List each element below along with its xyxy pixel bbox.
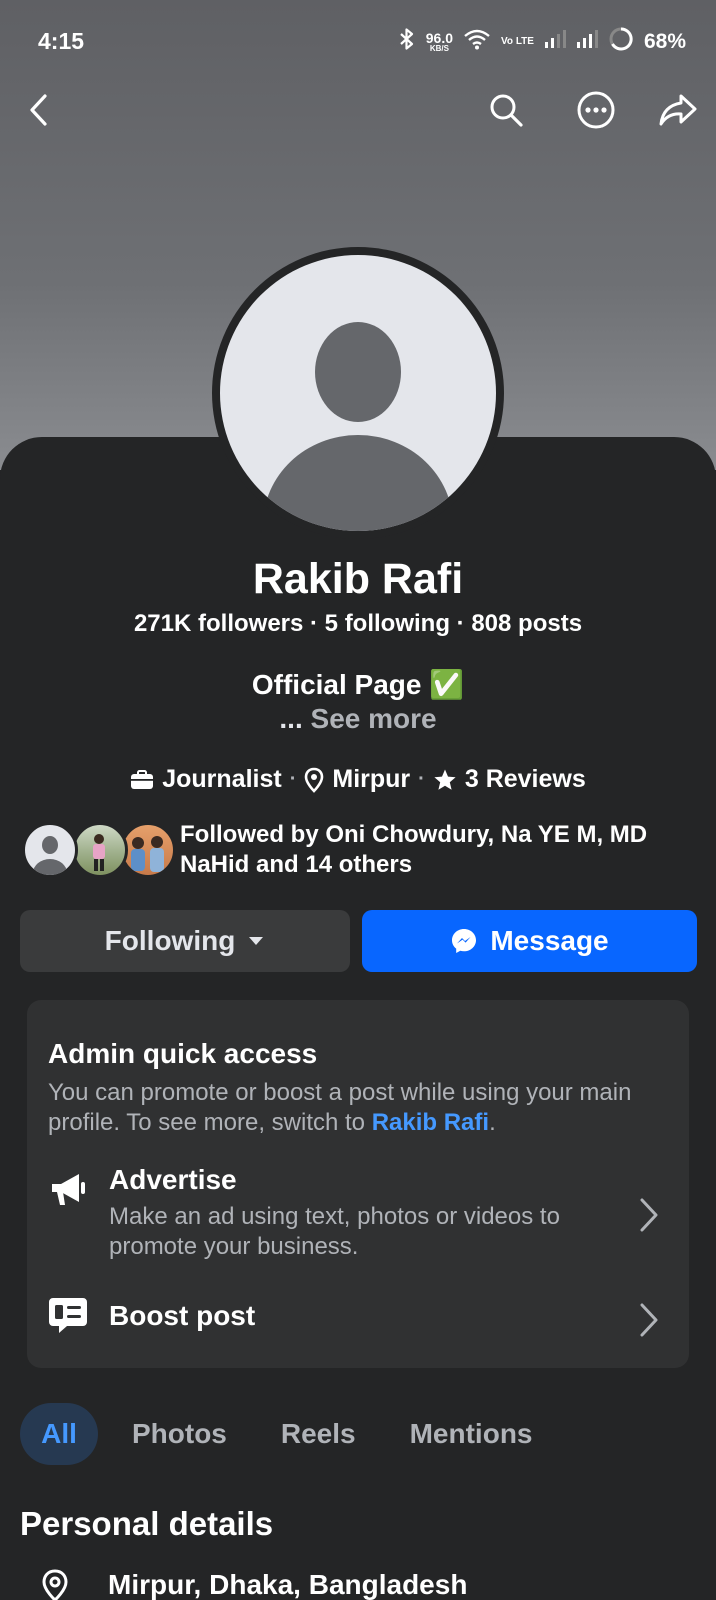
followed-by-text: Followed by Oni Chowdury, Na YE M, MD Na… [180,821,648,878]
default-avatar-icon [220,255,496,531]
see-more-link[interactable]: ... See more [0,703,716,735]
boost-post-title: Boost post [109,1300,256,1331]
search-button[interactable] [482,86,530,134]
tab-all[interactable]: All [20,1403,98,1465]
reviews-item[interactable]: 3 Reviews [433,765,586,794]
share-icon [659,94,697,126]
tab-photos[interactable]: Photos [132,1403,227,1465]
advertise-title: Advertise [109,1164,237,1195]
admin-quick-access-card: Admin quick access You can promote or bo… [27,1000,689,1368]
location-detail: Mirpur, Dhaka, Bangladesh [38,1568,467,1600]
friend-avatar [72,822,128,878]
profile-tabs: All Photos Reels Mentions [20,1403,533,1465]
admin-title: Admin quick access [48,1038,318,1069]
location-pin-icon [305,767,324,793]
boost-post-row[interactable]: Boost post [27,1290,689,1350]
battery-percent: 68% [643,30,686,53]
profile-meta: Journalist · Mirpur · 3 Reviews [0,765,716,794]
back-arrow-icon [30,94,47,126]
switch-profile-link[interactable]: Rakib Rafi [372,1109,489,1136]
caret-down-icon [249,937,264,945]
profile-bio: Official Page ✅ [251,669,465,700]
advertise-description: Make an ad using text, photos or videos … [109,1203,560,1260]
status-icons: 96.0 KB/S Vo LTE 68% [398,26,686,58]
friend-avatar [22,822,78,878]
category-item: Journalist [130,765,282,794]
message-button[interactable]: Message [362,910,697,972]
wifi-icon [463,28,491,56]
search-icon [490,94,523,127]
messenger-icon [452,929,477,953]
top-navigation [0,80,716,140]
profile-stats[interactable]: 271K followers · 5 following · 808 posts [0,610,716,638]
briefcase-icon [131,769,154,789]
location-pin-icon [42,1569,68,1600]
star-icon [434,769,456,790]
megaphone-icon [47,1168,89,1210]
profile-name: Rakib Rafi [252,555,464,603]
advertise-row[interactable]: Advertise Make an ad using text, photos … [27,1160,689,1270]
location-item: Mirpur [304,765,410,794]
tab-mentions[interactable]: Mentions [410,1403,533,1465]
boost-post-icon [47,1294,89,1336]
network-speed: 96.0 KB/S [425,30,453,53]
status-time: 4:15 [38,28,85,54]
followed-by-section[interactable]: Followed by Oni Chowdury, Na YE M, MD Na… [22,820,702,890]
signal-icon-2 [576,29,598,55]
friend-avatars [22,822,182,880]
bluetooth-icon [398,27,416,57]
tab-reels[interactable]: Reels [281,1403,356,1465]
profile-picture[interactable] [212,247,504,539]
friend-avatar [120,822,176,878]
following-button[interactable]: Following [20,910,350,972]
profile-page: 4:15 96.0 KB/S Vo LTE 68% Rakib Rafi 271… [0,0,716,1600]
personal-details-title: Personal details [20,1505,274,1542]
more-options-button[interactable] [572,86,620,134]
share-button[interactable] [654,86,702,134]
admin-description: You can promote or boost a post while us… [48,1079,632,1136]
battery-icon [608,26,634,58]
chevron-right-icon [637,1195,661,1235]
signal-icon-1 [544,29,566,55]
chevron-right-icon [637,1300,661,1340]
status-bar: 4:15 96.0 KB/S Vo LTE 68% [0,0,716,80]
more-icon [577,91,615,129]
volte-indicator: Vo LTE [501,36,534,47]
back-button[interactable] [16,86,64,134]
